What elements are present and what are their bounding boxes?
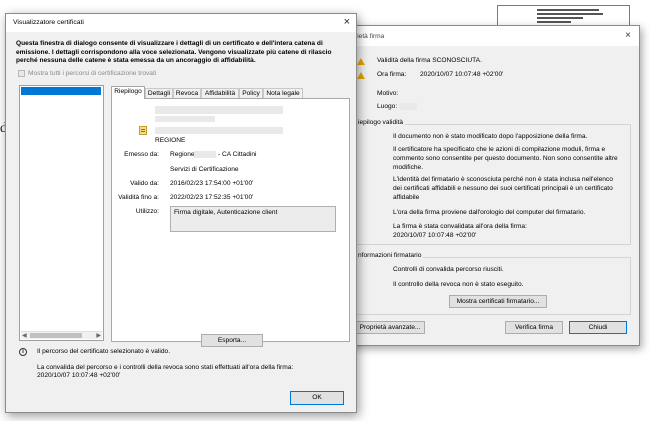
certificate-path-tree[interactable]: ◀ ▶ — [19, 85, 104, 341]
validity-message: Il documento non è stato modificato dopo… — [393, 133, 588, 140]
close-button[interactable]: Chiudi — [569, 321, 627, 334]
subject-redacted — [155, 116, 215, 122]
validity-message: L'ora della firma proviene dall'orologio… — [393, 209, 586, 216]
document-text-line — [537, 13, 603, 15]
tab-revocation[interactable]: Revoca — [173, 88, 201, 98]
show-all-paths-checkbox[interactable] — [18, 70, 25, 77]
export-button[interactable]: Esporta... — [201, 334, 263, 347]
certificate-viewer-dialog: Visualizzatore certificati × Questa fine… — [5, 13, 357, 413]
subject-name: REGIONE — [155, 137, 186, 144]
dialog-title: Visualizzatore certificati — [13, 19, 84, 26]
validated-time: 2020/10/07 10:07:48 +02'00' — [393, 232, 477, 239]
validity-message: La firma è stata convalidata all'ora del… — [393, 223, 527, 230]
issuer-redacted — [194, 151, 216, 158]
valid-to-value: 2022/02/23 17:52:35 +01'00' — [170, 194, 254, 201]
document-text-line — [537, 9, 599, 11]
validity-message: L'identità del firmatario è sconosciuta … — [393, 176, 613, 201]
show-all-paths-label: Mostra tutti i percorsi di certificazion… — [28, 70, 157, 77]
issued-by-ca: - CA Cittadini — [218, 151, 257, 158]
document-text-line — [537, 21, 571, 23]
usage-value: Firma digitale, Autenticazione client — [174, 209, 278, 216]
issued-by-unit: Servizi di Certificazione — [170, 166, 239, 173]
time-label: Ora firma: — [377, 71, 407, 78]
scroll-left-icon[interactable]: ◀ — [22, 332, 27, 339]
document-text-line — [537, 17, 583, 19]
issued-by-label: Emesso da: — [124, 151, 159, 158]
validation-time: 2020/10/07 10:07:48 +02'00' — [37, 372, 121, 379]
show-signer-certificates-button[interactable]: Mostra certificati firmatario... — [449, 295, 547, 308]
close-icon[interactable]: × — [344, 16, 350, 28]
selected-tree-item[interactable] — [21, 87, 101, 95]
scroll-right-icon[interactable]: ▶ — [96, 332, 101, 339]
tab-details[interactable]: Dettagli — [145, 88, 173, 98]
warning-icon — [357, 72, 365, 79]
validation-note: La convalida del percorso e i controlli … — [37, 364, 294, 371]
verify-signature-button[interactable]: Verifica firma — [505, 321, 563, 334]
validity-status: Validità della firma SCONOSCIUTA. — [377, 57, 482, 64]
validity-summary-title: iepilogo validità — [358, 119, 406, 126]
signer-message: Controlli di convalida percorso riusciti… — [393, 266, 504, 273]
scroll-thumb[interactable] — [30, 333, 82, 338]
info-icon: i — [19, 348, 27, 356]
certificate-icon — [139, 126, 147, 135]
signer-info-title: nformazioni firmatario — [358, 252, 424, 259]
dialog-title: rietà firma — [355, 33, 385, 40]
usage-field: Firma digitale, Autenticazione client — [170, 206, 336, 232]
usage-label: Utilizzo: — [135, 208, 159, 215]
title-bar: rietà firma × — [341, 26, 639, 46]
intro-text: Questa finestra di dialogo consente di v… — [16, 40, 332, 65]
validity-message: Il certificatore ha specificato che le a… — [393, 146, 618, 171]
subject-redacted — [155, 106, 283, 114]
warning-icon — [357, 58, 365, 65]
valid-to-label: Validità fino a: — [118, 194, 159, 201]
reason-label: Motivo: — [377, 90, 399, 97]
horizontal-scrollbar[interactable]: ◀ ▶ — [21, 331, 102, 339]
signature-properties-dialog: rietà firma × Validità della firma SCONO… — [340, 25, 640, 346]
subject-redacted — [155, 127, 283, 134]
path-status: Il percorso del certificato selezionato … — [37, 348, 171, 355]
ok-button[interactable]: OK — [290, 391, 344, 405]
advanced-properties-button[interactable]: Proprietà avanzate... — [355, 321, 425, 334]
issued-by-org: Regione — [170, 151, 195, 158]
tab-summary[interactable]: Riepilogo — [111, 86, 145, 99]
close-icon[interactable]: × — [625, 30, 631, 41]
signer-message: Il controllo della revoca non è stato es… — [393, 281, 524, 288]
tab-trust[interactable]: Affidabilità — [201, 88, 239, 98]
title-bar: Visualizzatore certificati × — [6, 14, 356, 32]
tab-policy[interactable]: Policy — [239, 88, 263, 98]
location-label: Luogo: — [377, 103, 398, 110]
valid-from-value: 2016/02/23 17:54:00 +01'00' — [170, 180, 254, 187]
valid-from-label: Valido da: — [130, 180, 159, 187]
summary-panel: REGIONE Emesso da: Regione - CA Cittadin… — [111, 98, 350, 347]
time-value: 2020/10/07 10:07:48 +02'00' — [420, 71, 504, 78]
tab-legal-notice[interactable]: Nota legale — [263, 88, 303, 98]
location-redacted — [399, 103, 417, 110]
